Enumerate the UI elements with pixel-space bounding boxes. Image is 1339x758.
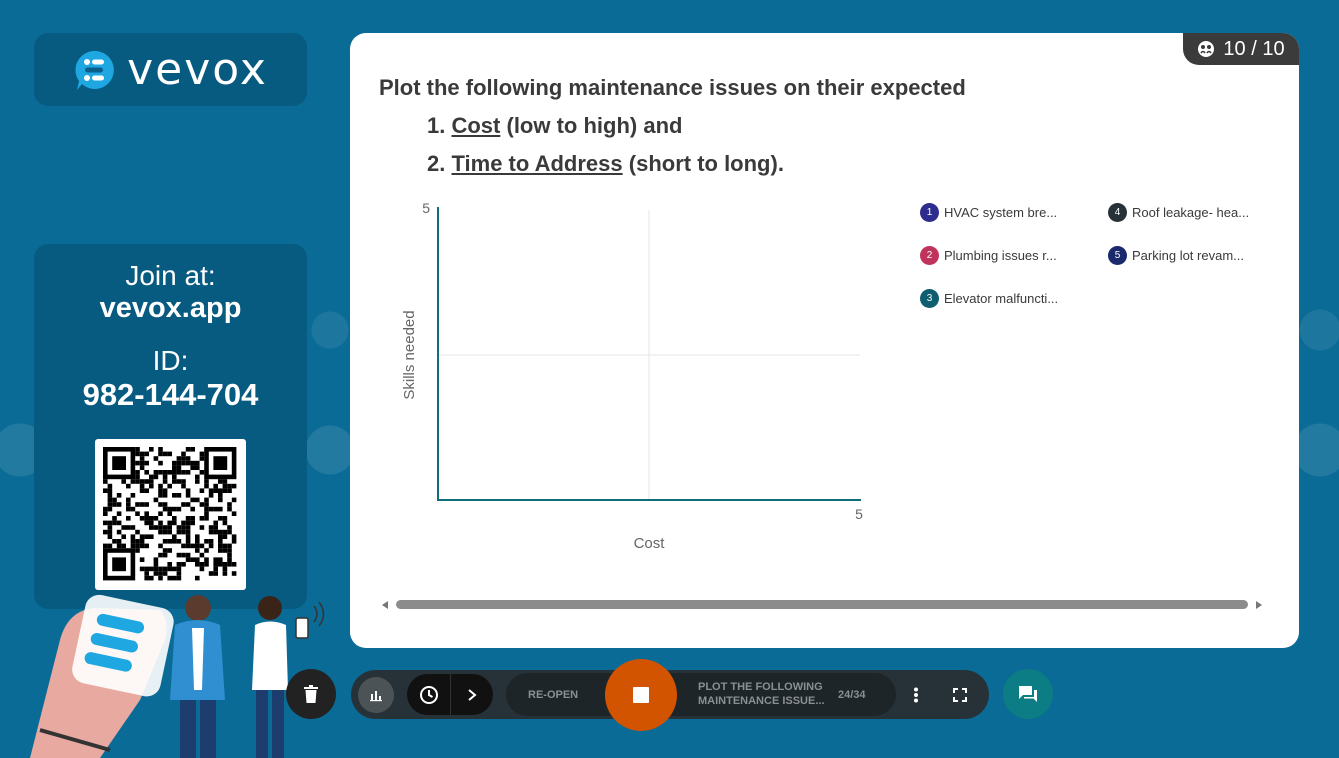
legend-number-badge: 2 [920, 246, 939, 265]
question-item-1-rest: (low to high) and [500, 113, 683, 138]
chevron-right-icon [468, 688, 477, 701]
legend-number-badge: 3 [920, 289, 939, 308]
question-item-2-number: 2. [427, 151, 446, 176]
legend-item: 1 HVAC system bre... [920, 203, 1057, 222]
legend-label: HVAC system bre... [944, 205, 1058, 220]
reopen-button[interactable]: RE-OPEN [528, 689, 578, 701]
vevox-logo: vevox [34, 33, 307, 106]
more-options-button[interactable] [906, 682, 926, 707]
scroll-left-arrow-icon[interactable] [382, 601, 388, 609]
clock-icon [419, 685, 438, 704]
question-intro: Plot the following maintenance issues on… [379, 75, 966, 100]
logo-wordmark: vevox [127, 44, 268, 95]
current-question-title: PLOT THE FOLLOWING MAINTENANCE ISSUE... [698, 681, 825, 707]
legend-item: 4 Roof leakage- hea... [1108, 203, 1249, 222]
fullscreen-button[interactable] [948, 682, 972, 707]
delete-button[interactable] [286, 669, 336, 719]
y-axis-label: Skills needed [401, 310, 418, 399]
question-item-2-key: Time to Address [451, 151, 623, 176]
more-vertical-icon [914, 687, 918, 702]
vevox-logo-icon [75, 50, 114, 90]
legend-item: 2 Plumbing issues r... [920, 246, 1057, 265]
join-url: vevox.app [99, 292, 242, 324]
legend-number-badge: 5 [1108, 246, 1127, 265]
legend-label: Parking lot revam... [1132, 248, 1244, 263]
scrollbar-thumb[interactable] [396, 600, 1248, 609]
next-button[interactable] [450, 674, 493, 715]
horizontal-scrollbar[interactable] [382, 598, 1262, 612]
x-tick-max: 5 [855, 506, 863, 522]
join-info-panel: Join at: vevox.app ID: 982-144-704 [34, 244, 307, 609]
question-position: 24/34 [838, 689, 866, 701]
show-results-button[interactable] [358, 677, 394, 713]
chat-icon [1019, 686, 1037, 702]
legend-number-badge: 4 [1108, 203, 1127, 222]
join-label: Join at: [125, 260, 216, 291]
question-item-2-rest: (short to long). [622, 151, 784, 176]
question-card: 10 / 10 Plot the following maintenance i… [350, 33, 1299, 648]
stop-icon [633, 687, 649, 703]
question-item-2: 2. Time to Address (short to long). [427, 151, 784, 177]
trash-icon [304, 685, 318, 703]
timer-controls [407, 674, 493, 715]
participants-icon [1198, 41, 1215, 57]
participant-count-badge: 10 / 10 [1183, 33, 1299, 65]
legend-number-badge: 1 [920, 203, 939, 222]
question-item-1-number: 1. [427, 113, 446, 138]
timer-button[interactable] [407, 674, 450, 715]
legend-label: Plumbing issues r... [944, 248, 1057, 263]
session-id-value: 982-144-704 [82, 377, 259, 412]
fullscreen-icon [953, 687, 967, 702]
legend-label: Roof leakage- hea... [1132, 205, 1250, 220]
legend-item: 3 Elevator malfuncti... [920, 289, 1058, 308]
chat-button[interactable] [1003, 669, 1053, 719]
legend-item: 5 Parking lot revam... [1108, 246, 1244, 265]
legend-label: Elevator malfuncti... [944, 291, 1059, 306]
bar-chart-icon [370, 691, 382, 702]
y-tick-max: 5 [422, 200, 430, 216]
scroll-right-arrow-icon[interactable] [1256, 601, 1262, 609]
participant-count: 10 / 10 [1223, 37, 1285, 60]
x-axis-label: Cost [634, 535, 666, 552]
scatter-chart: 5 5 Cost Skills needed [401, 200, 863, 552]
question-item-1-key: Cost [451, 113, 501, 138]
session-id-label: ID: [152, 345, 189, 376]
qr-code [95, 439, 246, 590]
people-illustration [30, 594, 325, 758]
stop-button[interactable] [605, 659, 677, 731]
question-item-1: 1. Cost (low to high) and [427, 113, 682, 139]
